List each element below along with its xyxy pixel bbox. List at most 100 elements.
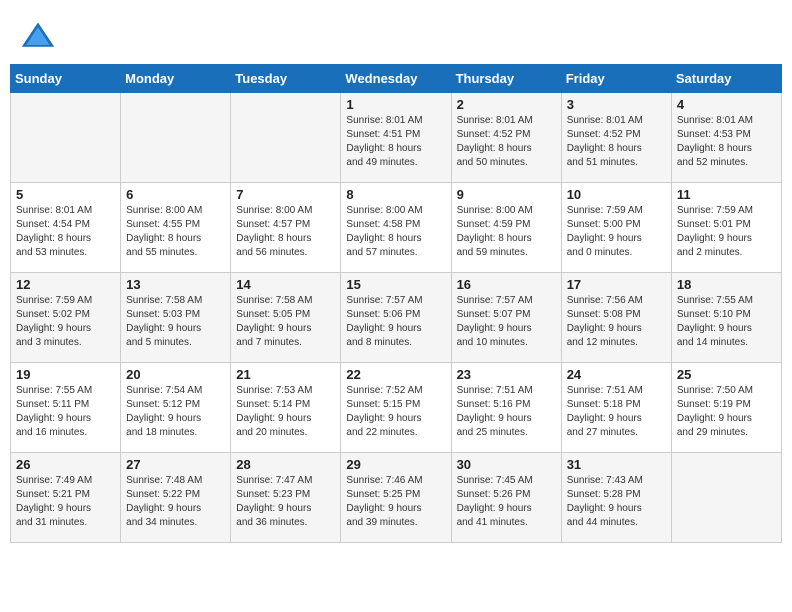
- day-number: 1: [346, 97, 445, 112]
- day-info: Sunrise: 7:59 AM Sunset: 5:00 PM Dayligh…: [567, 204, 666, 260]
- calendar-cell: 31 Sunrise: 7:43 AM Sunset: 5:28 PM Dayli…: [561, 453, 671, 543]
- day-number: 18: [677, 277, 776, 292]
- calendar-cell: [121, 93, 231, 183]
- day-number: 16: [457, 277, 556, 292]
- calendar-week-row: 19Sunrise: 7:55 AM Sunset: 5:11 PM Dayli…: [11, 363, 782, 453]
- calendar-cell: 1 Sunrise: 8:01 AM Sunset: 4:51 PM Daylig…: [341, 93, 451, 183]
- day-info: Sunrise: 8:01 AM Sunset: 4:54 PM Dayligh…: [16, 204, 115, 260]
- calendar-cell: 27 Sunrise: 7:48 AM Sunset: 5:22 PM Dayli…: [121, 453, 231, 543]
- calendar-cell: 29 Sunrise: 7:46 AM Sunset: 5:25 PM Dayli…: [341, 453, 451, 543]
- day-info: Sunrise: 7:57 AM Sunset: 5:06 PM Dayligh…: [346, 294, 445, 350]
- calendar-cell: 7 Sunrise: 8:00 AM Sunset: 4:57 PM Daylig…: [231, 183, 341, 273]
- calendar-cell: 17 Sunrise: 7:56 AM Sunset: 5:08 PM Dayli…: [561, 273, 671, 363]
- day-info: Sunrise: 7:45 AM Sunset: 5:26 PM Dayligh…: [457, 474, 556, 530]
- day-info: Sunrise: 7:58 AM Sunset: 5:05 PM Dayligh…: [236, 294, 335, 350]
- day-number: 27: [126, 457, 225, 472]
- day-number: 6: [126, 187, 225, 202]
- day-info: Sunrise: 8:01 AM Sunset: 4:53 PM Dayligh…: [677, 114, 776, 170]
- day-info: Sunrise: 8:01 AM Sunset: 4:52 PM Dayligh…: [567, 114, 666, 170]
- calendar-cell: 12 Sunrise: 7:59 AM Sunset: 5:02 PM Dayli…: [11, 273, 121, 363]
- day-number: 25: [677, 367, 776, 382]
- calendar-cell: 21 Sunrise: 7:53 AM Sunset: 5:14 PM Dayli…: [231, 363, 341, 453]
- day-number: 20: [126, 367, 225, 382]
- calendar-cell: 2 Sunrise: 8:01 AM Sunset: 4:52 PM Daylig…: [451, 93, 561, 183]
- day-info: Sunrise: 8:01 AM Sunset: 4:51 PM Dayligh…: [346, 114, 445, 170]
- calendar-cell: 9 Sunrise: 8:00 AM Sunset: 4:59 PM Daylig…: [451, 183, 561, 273]
- calendar-cell: 25 Sunrise: 7:50 AM Sunset: 5:19 PM Dayli…: [671, 363, 781, 453]
- calendar-cell: 4Sunrise: 8:01 AM Sunset: 4:53 PM Daylig…: [671, 93, 781, 183]
- calendar-cell: 28 Sunrise: 7:47 AM Sunset: 5:23 PM Dayli…: [231, 453, 341, 543]
- calendar-cell: 19Sunrise: 7:55 AM Sunset: 5:11 PM Dayli…: [11, 363, 121, 453]
- day-info: Sunrise: 7:54 AM Sunset: 5:12 PM Dayligh…: [126, 384, 225, 440]
- day-info: Sunrise: 7:50 AM Sunset: 5:19 PM Dayligh…: [677, 384, 776, 440]
- calendar-week-row: 12 Sunrise: 7:59 AM Sunset: 5:02 PM Dayli…: [11, 273, 782, 363]
- day-info: Sunrise: 7:55 AM Sunset: 5:11 PM Dayligh…: [16, 384, 115, 440]
- calendar-cell: [11, 93, 121, 183]
- weekday-header: Friday: [561, 65, 671, 93]
- weekday-header: Monday: [121, 65, 231, 93]
- day-number: 11: [677, 187, 776, 202]
- day-info: Sunrise: 7:58 AM Sunset: 5:03 PM Dayligh…: [126, 294, 225, 350]
- calendar-cell: 22 Sunrise: 7:52 AM Sunset: 5:15 PM Dayli…: [341, 363, 451, 453]
- day-number: 14: [236, 277, 335, 292]
- day-info: Sunrise: 7:47 AM Sunset: 5:23 PM Dayligh…: [236, 474, 335, 530]
- day-number: 15: [346, 277, 445, 292]
- calendar-cell: 18 Sunrise: 7:55 AM Sunset: 5:10 PM Dayli…: [671, 273, 781, 363]
- calendar-week-row: 1 Sunrise: 8:01 AM Sunset: 4:51 PM Daylig…: [11, 93, 782, 183]
- day-info: Sunrise: 7:59 AM Sunset: 5:01 PM Dayligh…: [677, 204, 776, 260]
- day-info: Sunrise: 7:53 AM Sunset: 5:14 PM Dayligh…: [236, 384, 335, 440]
- day-number: 23: [457, 367, 556, 382]
- day-number: 13: [126, 277, 225, 292]
- calendar-cell: 24 Sunrise: 7:51 AM Sunset: 5:18 PM Dayli…: [561, 363, 671, 453]
- day-info: Sunrise: 8:01 AM Sunset: 4:52 PM Dayligh…: [457, 114, 556, 170]
- day-number: 12: [16, 277, 115, 292]
- day-info: Sunrise: 7:48 AM Sunset: 5:22 PM Dayligh…: [126, 474, 225, 530]
- day-number: 21: [236, 367, 335, 382]
- day-info: Sunrise: 7:52 AM Sunset: 5:15 PM Dayligh…: [346, 384, 445, 440]
- day-info: Sunrise: 7:59 AM Sunset: 5:02 PM Dayligh…: [16, 294, 115, 350]
- day-number: 9: [457, 187, 556, 202]
- day-number: 29: [346, 457, 445, 472]
- day-number: 7: [236, 187, 335, 202]
- calendar-cell: 8Sunrise: 8:00 AM Sunset: 4:58 PM Daylig…: [341, 183, 451, 273]
- calendar-cell: [671, 453, 781, 543]
- logo-icon: [20, 18, 56, 54]
- day-info: Sunrise: 7:43 AM Sunset: 5:28 PM Dayligh…: [567, 474, 666, 530]
- day-info: Sunrise: 7:49 AM Sunset: 5:21 PM Dayligh…: [16, 474, 115, 530]
- calendar-cell: 3Sunrise: 8:01 AM Sunset: 4:52 PM Daylig…: [561, 93, 671, 183]
- day-number: 5: [16, 187, 115, 202]
- day-number: 10: [567, 187, 666, 202]
- day-info: Sunrise: 8:00 AM Sunset: 4:55 PM Dayligh…: [126, 204, 225, 260]
- page-header: [10, 10, 782, 54]
- day-number: 17: [567, 277, 666, 292]
- day-info: Sunrise: 7:46 AM Sunset: 5:25 PM Dayligh…: [346, 474, 445, 530]
- calendar-cell: 26 Sunrise: 7:49 AM Sunset: 5:21 PM Dayli…: [11, 453, 121, 543]
- calendar-cell: 5 Sunrise: 8:01 AM Sunset: 4:54 PM Daylig…: [11, 183, 121, 273]
- weekday-header-row: SundayMondayTuesdayWednesdayThursdayFrid…: [11, 65, 782, 93]
- calendar-cell: 11 Sunrise: 7:59 AM Sunset: 5:01 PM Dayli…: [671, 183, 781, 273]
- calendar-cell: 10 Sunrise: 7:59 AM Sunset: 5:00 PM Dayli…: [561, 183, 671, 273]
- weekday-header: Tuesday: [231, 65, 341, 93]
- day-number: 22: [346, 367, 445, 382]
- day-info: Sunrise: 8:00 AM Sunset: 4:57 PM Dayligh…: [236, 204, 335, 260]
- calendar-cell: 23 Sunrise: 7:51 AM Sunset: 5:16 PM Dayli…: [451, 363, 561, 453]
- day-number: 24: [567, 367, 666, 382]
- day-number: 30: [457, 457, 556, 472]
- calendar-cell: 14 Sunrise: 7:58 AM Sunset: 5:05 PM Dayli…: [231, 273, 341, 363]
- day-number: 2: [457, 97, 556, 112]
- calendar-cell: 15 Sunrise: 7:57 AM Sunset: 5:06 PM Dayli…: [341, 273, 451, 363]
- day-info: Sunrise: 7:56 AM Sunset: 5:08 PM Dayligh…: [567, 294, 666, 350]
- day-info: Sunrise: 7:51 AM Sunset: 5:18 PM Dayligh…: [567, 384, 666, 440]
- day-info: Sunrise: 7:55 AM Sunset: 5:10 PM Dayligh…: [677, 294, 776, 350]
- day-number: 28: [236, 457, 335, 472]
- day-number: 8: [346, 187, 445, 202]
- day-number: 26: [16, 457, 115, 472]
- day-info: Sunrise: 7:51 AM Sunset: 5:16 PM Dayligh…: [457, 384, 556, 440]
- weekday-header: Saturday: [671, 65, 781, 93]
- logo: [20, 18, 60, 54]
- calendar-cell: 30 Sunrise: 7:45 AM Sunset: 5:26 PM Dayli…: [451, 453, 561, 543]
- day-info: Sunrise: 7:57 AM Sunset: 5:07 PM Dayligh…: [457, 294, 556, 350]
- day-info: Sunrise: 8:00 AM Sunset: 4:59 PM Dayligh…: [457, 204, 556, 260]
- calendar-cell: 6 Sunrise: 8:00 AM Sunset: 4:55 PM Daylig…: [121, 183, 231, 273]
- day-number: 31: [567, 457, 666, 472]
